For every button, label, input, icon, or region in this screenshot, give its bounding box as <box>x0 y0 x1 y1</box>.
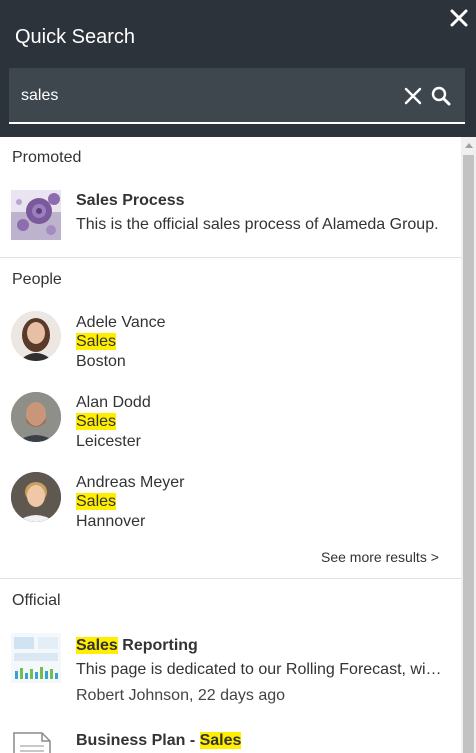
search-input[interactable] <box>21 84 391 108</box>
person-department: Sales <box>76 333 117 350</box>
person-name: Alan Dodd <box>76 394 151 411</box>
scroll-up-arrow-icon[interactable] <box>465 143 473 148</box>
result-meta: Robert Johnson, 22 days ago <box>76 687 286 704</box>
quick-search-header: Quick Search <box>0 0 476 137</box>
search-button[interactable] <box>430 85 452 107</box>
person-photo <box>11 472 61 522</box>
clear-icon <box>404 87 422 105</box>
result-title-highlight: Sales <box>76 637 118 654</box>
person-photo <box>11 311 61 361</box>
search-results: Promoted Sales Process This is the offic… <box>0 137 461 753</box>
divider <box>0 257 461 258</box>
avatar <box>11 472 61 522</box>
promoted-thumbnail <box>11 190 61 240</box>
person-department: Sales <box>76 493 117 510</box>
promoted-description: This is the official sales process of Al… <box>76 216 439 233</box>
page-thumbnail <box>11 633 61 683</box>
person-location: Boston <box>76 353 126 370</box>
section-label-people: People <box>12 271 62 288</box>
section-label-promoted: Promoted <box>12 149 82 166</box>
person-department: Sales <box>76 413 117 430</box>
person-photo <box>11 392 61 442</box>
close-icon <box>450 9 468 27</box>
results-scrollbar[interactable] <box>461 137 476 753</box>
divider <box>0 578 461 579</box>
clear-search-button[interactable] <box>404 87 422 105</box>
panel-title: Quick Search <box>15 26 136 48</box>
person-location: Leicester <box>76 433 141 450</box>
person-name: Andreas Meyer <box>76 474 185 491</box>
person-location: Hannover <box>76 513 146 530</box>
see-more-results-link[interactable]: See more results > <box>321 549 439 565</box>
result-title-highlight: Sales <box>199 732 242 749</box>
document-icon <box>13 732 51 753</box>
avatar <box>11 311 61 361</box>
search-box <box>9 68 465 124</box>
avatar <box>11 392 61 442</box>
section-label-official: Official <box>12 592 61 609</box>
result-description: This page is dedicated to our Rolling Fo… <box>76 661 444 678</box>
result-title: Reporting <box>117 637 198 654</box>
close-button[interactable] <box>448 7 470 29</box>
result-title: Business Plan - <box>76 732 200 749</box>
scrollbar-thumb[interactable] <box>463 155 474 753</box>
promoted-title: Sales Process <box>76 192 185 209</box>
search-icon <box>431 86 451 106</box>
person-name: Adele Vance <box>76 314 166 331</box>
